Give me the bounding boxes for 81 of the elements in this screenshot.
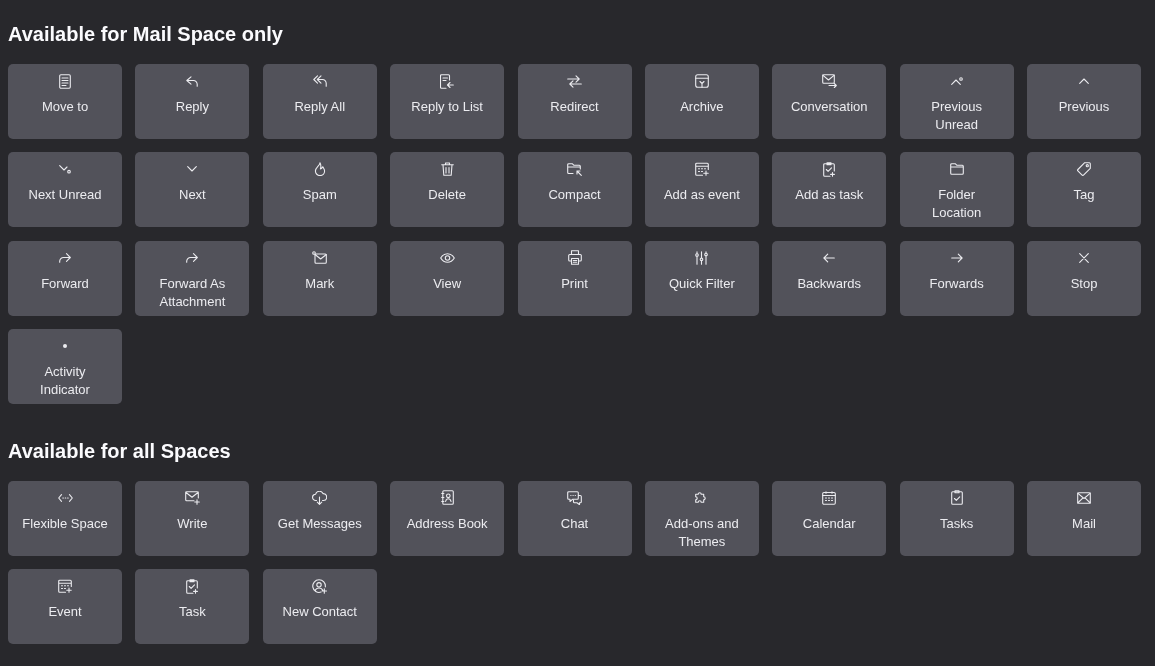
- toolbar-button[interactable]: Forwards: [899, 240, 1014, 316]
- toolbar-button[interactable]: Flexible Space: [8, 481, 122, 556]
- toolbar-button[interactable]: Add-ons and Themes: [644, 481, 759, 556]
- caret-up-dot-icon: [950, 77, 963, 85]
- caret-up-icon: [1079, 78, 1089, 84]
- toolbar-button[interactable]: Stop: [1027, 240, 1141, 316]
- toolbar-button[interactable]: Archive: [644, 64, 759, 139]
- clipboard-plus-icon: [823, 161, 836, 177]
- printer-icon: [567, 250, 582, 266]
- envelope-icon: [1077, 492, 1091, 504]
- calendar-icon: [822, 491, 837, 505]
- toolbar-button[interactable]: Tag: [1027, 152, 1141, 228]
- toolbar-button[interactable]: Add as task: [772, 152, 887, 228]
- toolbar-button[interactable]: Folder Location: [899, 152, 1014, 228]
- toolbar-button[interactable]: Compact: [517, 152, 632, 228]
- address-book-icon: [440, 490, 454, 506]
- sliders-icon: [695, 250, 709, 265]
- toolbar-button[interactable]: Event: [8, 569, 122, 645]
- toolbar-button[interactable]: Previous Unread: [899, 64, 1014, 139]
- puzzle-icon: [695, 491, 709, 505]
- toolbar-button[interactable]: Reply: [135, 64, 250, 139]
- toolbar-button[interactable]: Previous: [1027, 64, 1141, 139]
- arrow-right-icon: [950, 252, 963, 263]
- reply-arrow-icon: [186, 75, 199, 87]
- tag-icon: [1077, 162, 1091, 177]
- toolbar-button[interactable]: Next Unread: [8, 152, 122, 228]
- toolbar-button[interactable]: Calendar: [772, 481, 887, 556]
- forward-arrow-icon: [186, 252, 199, 263]
- toolbar-button[interactable]: Backwards: [772, 240, 887, 316]
- folder-arrow-icon: [567, 162, 582, 176]
- toolbar-button[interactable]: Move to: [8, 64, 122, 139]
- flame-icon: [313, 162, 326, 177]
- arrow-left-icon: [823, 252, 836, 263]
- toolbar-button[interactable]: View: [390, 240, 505, 316]
- contact-plus-icon: [312, 578, 328, 594]
- toolbar-button[interactable]: Address Book: [390, 481, 505, 556]
- toolbar-button[interactable]: Reply to List: [390, 64, 505, 139]
- toolbar-button[interactable]: Mail: [1027, 481, 1141, 556]
- toolbar-button[interactable]: Task: [135, 569, 250, 645]
- document-reply-icon: [440, 73, 455, 89]
- caret-down-dot-icon: [59, 164, 71, 174]
- toolbar-button[interactable]: Mark: [262, 240, 377, 316]
- eye-icon: [439, 252, 455, 263]
- archive-box-icon: [694, 74, 709, 88]
- envelope-plus-icon: [184, 491, 200, 505]
- document-icon: [59, 73, 71, 89]
- cross-icon: [1079, 252, 1089, 263]
- double-arrow-icon: [57, 494, 73, 502]
- clipboard-plus-icon: [186, 578, 199, 594]
- toolbar-button[interactable]: Get Messages: [262, 481, 377, 556]
- forward-arrow-icon: [59, 252, 71, 263]
- toolbar-button[interactable]: Forward As Attachment: [135, 240, 250, 316]
- clipboard-check-icon: [950, 490, 963, 506]
- reply-all-icon: [312, 75, 327, 87]
- cloud-download-icon: [312, 491, 328, 505]
- toolbar-button[interactable]: Write: [135, 481, 250, 556]
- toolbar-button[interactable]: Print: [517, 240, 632, 316]
- calendar-plus-icon: [58, 579, 72, 594]
- toolbar-button[interactable]: Redirect: [517, 64, 632, 139]
- envelope-arrow-icon: [821, 74, 837, 88]
- section-heading: Available for all Spaces: [8, 439, 232, 463]
- toolbar-button[interactable]: Next: [135, 152, 250, 228]
- caret-down-icon: [187, 166, 198, 173]
- trash-icon: [440, 162, 454, 177]
- toolbar-button[interactable]: Chat: [517, 481, 632, 556]
- folder-icon: [949, 163, 964, 176]
- redirect-arrows-icon: [567, 74, 582, 88]
- toolbar-button[interactable]: Spam: [262, 152, 377, 228]
- toolbar-button[interactable]: New Contact: [262, 569, 377, 645]
- toolbar-button[interactable]: Activity Indicator: [8, 329, 122, 404]
- toolbar-button[interactable]: Tasks: [899, 481, 1014, 556]
- section-heading: Available for Mail Space only: [8, 22, 284, 46]
- chat-bubbles-icon: [567, 491, 582, 505]
- toolbar-button[interactable]: Forward: [8, 240, 122, 316]
- toolbar-button[interactable]: Quick Filter: [644, 240, 759, 316]
- toolbar-button[interactable]: Conversation: [772, 64, 887, 139]
- toolbar-button[interactable]: Add as event: [644, 152, 759, 228]
- dot-icon: [63, 344, 67, 348]
- toolbar-button[interactable]: Reply All: [262, 64, 377, 139]
- calendar-plus-icon: [694, 162, 709, 177]
- toolbar-button[interactable]: Delete: [390, 152, 505, 228]
